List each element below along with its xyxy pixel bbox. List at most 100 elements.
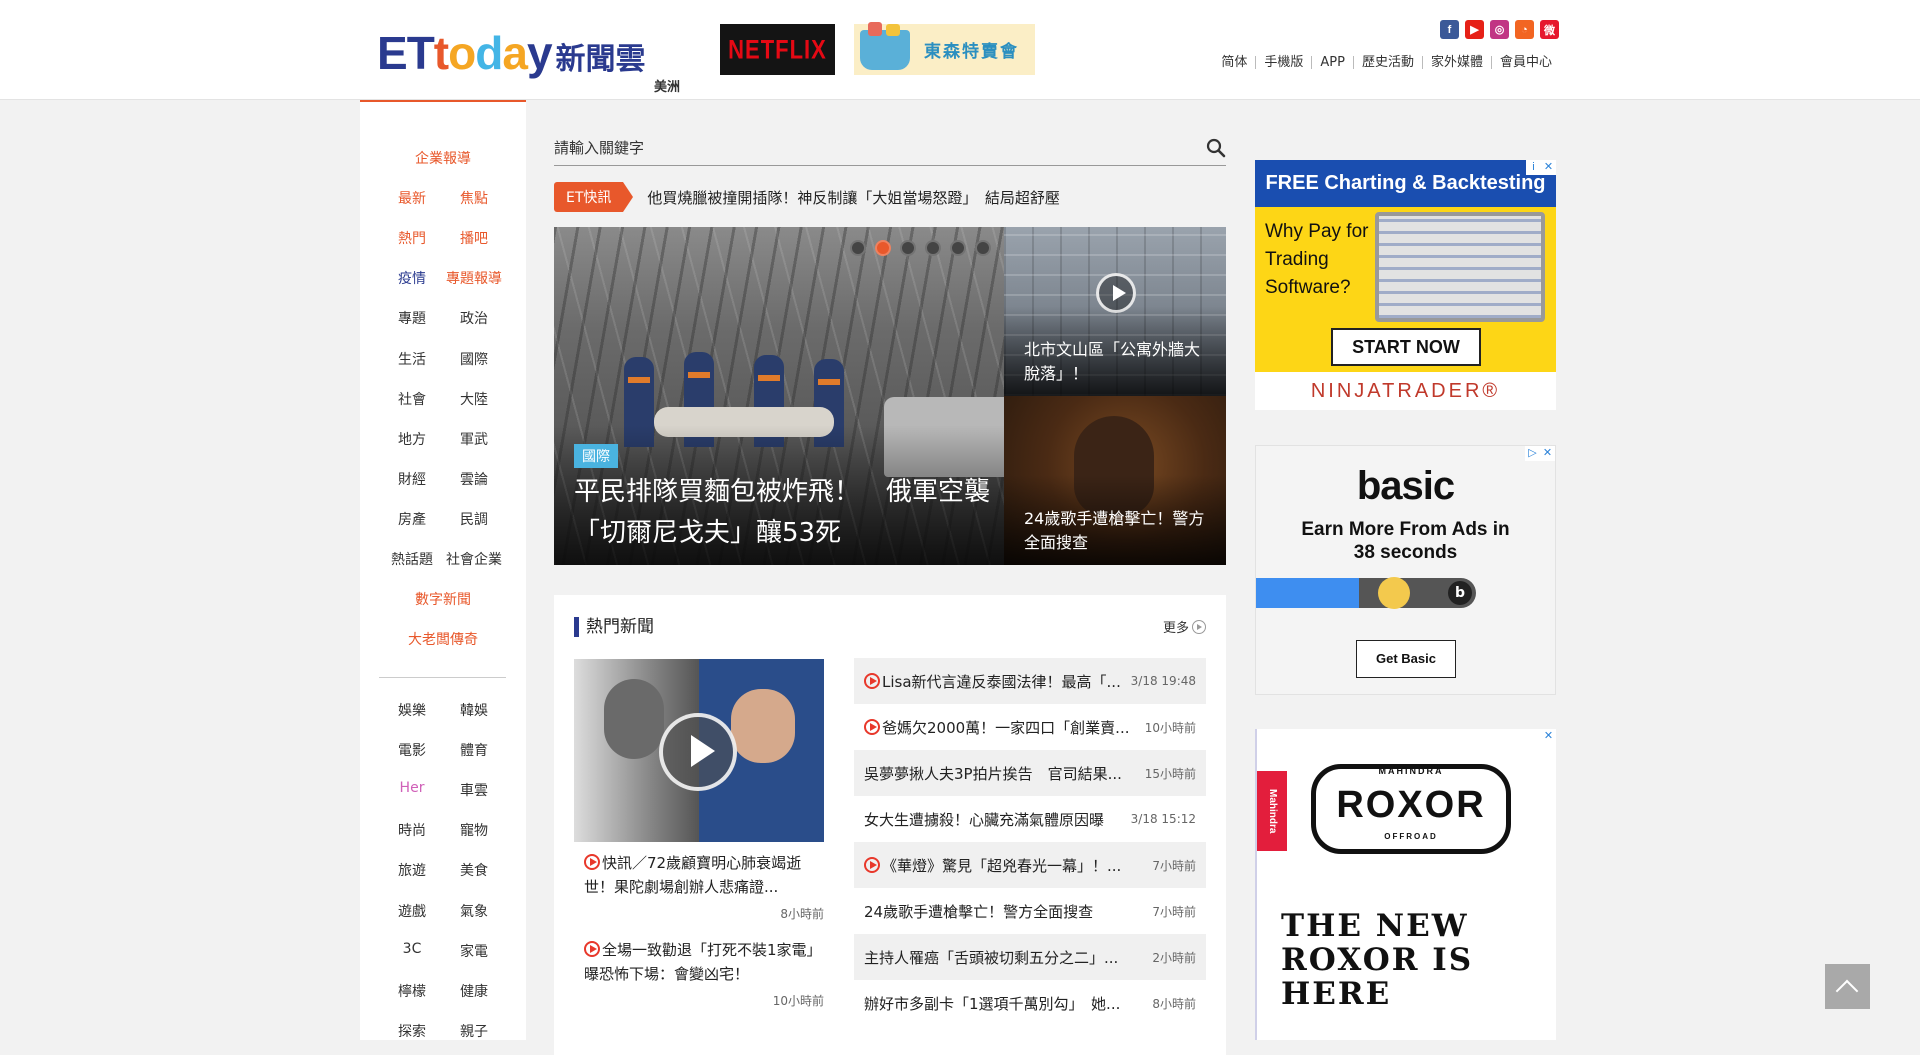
carousel-dot[interactable]	[850, 240, 866, 256]
nav-item[interactable]: 社會企業	[443, 549, 505, 569]
hot-news-item[interactable]: 24歲歌手遭槍擊亡！警方全面搜查 7小時前	[854, 888, 1206, 934]
breaking-news-link[interactable]: 他買燒臘被撞開插隊！神反制讓「大姐當場怒蹬」 結局超舒壓	[647, 187, 1060, 208]
weibo-icon[interactable]: 微	[1540, 20, 1559, 39]
nav-item[interactable]: 家電	[443, 941, 505, 961]
basic-logo: basic	[1356, 464, 1455, 508]
nav-item[interactable]: 探索	[381, 1021, 443, 1041]
hot-video-thumbnail[interactable]	[574, 659, 824, 842]
nav-item[interactable]: 電影	[381, 740, 443, 760]
nav-item[interactable]: 民調	[443, 509, 505, 529]
adchoices-icon[interactable]: ▷	[1525, 446, 1540, 461]
basic-ad[interactable]: basic Earn More From Ads in 38 seconds b…	[1255, 445, 1556, 695]
timestamp: 3/18 19:48	[1130, 674, 1196, 688]
netflix-banner-ad[interactable]: NETFLIX	[720, 24, 835, 75]
nav-item[interactable]: 疫情	[381, 268, 443, 288]
carousel-dot[interactable]	[925, 240, 941, 256]
edition-label[interactable]: 美洲	[654, 76, 680, 95]
top-link[interactable]: 會員中心	[1490, 56, 1560, 69]
hot-news-item[interactable]: 女大生遭擄殺！心臟充滿氣體原因曝 3/18 15:12	[854, 796, 1206, 842]
nav-item[interactable]: 大老闆傳奇	[393, 629, 493, 649]
hot-news-item[interactable]: 爸媽欠2000萬！一家四口「創業賣... 10小時前	[854, 704, 1206, 750]
side-story-2[interactable]: 24歲歌手遭槍擊亡！警方全面搜查	[1004, 396, 1226, 565]
nav-item[interactable]: 焦點	[443, 188, 505, 208]
nav-item[interactable]: 雲論	[443, 469, 505, 489]
hero-headline[interactable]: 平民排隊買麵包被炸飛！ 俄軍空襲「切爾尼戈夫」釀53死	[574, 472, 994, 554]
nav-item[interactable]: 檸檬	[381, 981, 443, 1001]
nav-item[interactable]: 數字新聞	[393, 589, 493, 609]
facebook-icon[interactable]: f	[1440, 20, 1459, 39]
nav-item[interactable]: 政治	[443, 308, 505, 328]
carousel-dot[interactable]	[975, 240, 991, 256]
search-input[interactable]	[554, 136, 1174, 160]
nav-item[interactable]: 車雲	[443, 780, 505, 800]
nav-item[interactable]: 旅遊	[381, 860, 443, 880]
hot-news-panel: 熱門新聞 更多 快訊／72歲顧寶明心肺衰竭逝世！果陀劇場創辦人悲痛證... 8小…	[554, 595, 1226, 1055]
nav-item[interactable]: 社會	[381, 389, 443, 409]
top-link[interactable]: 歷史活動	[1352, 56, 1422, 69]
hot-news-item[interactable]: Lisa新代言違反泰國法律！最高「... 3/18 19:48	[854, 658, 1206, 704]
nav-item[interactable]: 大陸	[443, 389, 505, 409]
more-link[interactable]: 更多	[1163, 617, 1206, 636]
nav-item[interactable]: 熱門	[381, 228, 443, 248]
hot-news-item[interactable]: 吳夢夢揪人夫3P拍片挨告 官司結果... 15小時前	[854, 750, 1206, 796]
nav-item[interactable]: 專題報導	[443, 268, 505, 288]
side-story-1[interactable]: 北市文山區「公寓外牆大脫落」！	[1004, 227, 1226, 396]
nav-item[interactable]: 氣象	[443, 901, 505, 921]
nav-item[interactable]: 地方	[381, 429, 443, 449]
nav-item[interactable]: 體育	[443, 740, 505, 760]
get-basic-button[interactable]: Get Basic	[1356, 640, 1456, 678]
nav-item[interactable]: 播吧	[443, 228, 505, 248]
nav-item[interactable]: 韓娛	[443, 700, 505, 720]
nav-item[interactable]: 健康	[443, 981, 505, 1001]
ettoday-logo[interactable]: ETtoday 新聞雲	[377, 24, 646, 76]
roxor-ad[interactable]: Mahindra MAHINDRA ROXOR OFFROAD THE NEW …	[1255, 729, 1556, 1040]
carousel-dot[interactable]	[950, 240, 966, 256]
tokyo-sale-banner-ad[interactable]: 東森特賣會	[854, 21, 1035, 75]
top-link[interactable]: 简体	[1213, 56, 1255, 69]
nav-item[interactable]: 娛樂	[381, 700, 443, 720]
hero-slide[interactable]: 國際 平民排隊買麵包被炸飛！ 俄軍空襲「切爾尼戈夫」釀53死	[554, 227, 1004, 565]
ninjatrader-ad[interactable]: FREE Charting & Backtesting Why Pay for …	[1255, 160, 1556, 410]
top-link[interactable]: 家外媒體	[1421, 56, 1491, 69]
nav-item[interactable]: 美食	[443, 860, 505, 880]
hot-news-title: 熱門新聞	[574, 617, 654, 637]
nav-item[interactable]: 企業報導	[393, 148, 493, 168]
search-icon[interactable]	[1206, 138, 1226, 158]
nav-item[interactable]: Her	[381, 780, 443, 800]
top-link[interactable]: APP	[1311, 56, 1353, 69]
nav-row: 探索 親子	[360, 1021, 526, 1041]
carousel-dot[interactable]	[875, 240, 891, 256]
nav-item[interactable]: 親子	[443, 1021, 505, 1041]
adchoices-icon[interactable]: i	[1526, 160, 1541, 175]
hot-video-item[interactable]: 快訊／72歲顧寶明心肺衰竭逝世！果陀劇場創辦人悲痛證...	[584, 851, 816, 899]
hot-news-item[interactable]: 辦好市多副卡「1選項千萬別勾」 她... 8小時前	[854, 980, 1206, 1026]
nav-item[interactable]: 時尚	[381, 820, 443, 840]
youtube-icon[interactable]: ▶	[1465, 20, 1484, 39]
top-link[interactable]: 手機版	[1255, 56, 1311, 69]
nav-item[interactable]: 寵物	[443, 820, 505, 840]
nav-row: 社會 大陸	[360, 389, 526, 409]
instagram-icon[interactable]: ◎	[1490, 20, 1509, 39]
nav-item[interactable]: 3C	[381, 941, 443, 961]
nav-item[interactable]: 遊戲	[381, 901, 443, 921]
rss-icon[interactable]: ◔	[1515, 20, 1534, 39]
nav-item[interactable]: 房產	[381, 509, 443, 529]
close-icon[interactable]: ✕	[1541, 729, 1556, 744]
nav-item[interactable]: 專題	[381, 308, 443, 328]
nav-item[interactable]: 國際	[443, 349, 505, 369]
shopping-basket-icon	[860, 21, 910, 70]
back-to-top-button[interactable]	[1825, 964, 1870, 1009]
nav-item[interactable]: 生活	[381, 349, 443, 369]
hero-category-badge[interactable]: 國際	[574, 444, 618, 468]
nav-item[interactable]: 軍武	[443, 429, 505, 449]
hot-news-item[interactable]: 《華燈》驚見「超兇春光一幕」！... 7小時前	[854, 842, 1206, 888]
nav-item[interactable]: 最新	[381, 188, 443, 208]
hot-news-item[interactable]: 主持人罹癌「舌頭被切剩五分之二」... 2小時前	[854, 934, 1206, 980]
hot-video-item[interactable]: 全場一致勸退「打死不裝1家電」 曝恐怖下場：會變凶宅！	[584, 938, 829, 986]
start-now-button[interactable]: START NOW	[1331, 328, 1481, 366]
nav-item[interactable]: 財經	[381, 469, 443, 489]
carousel-dot[interactable]	[900, 240, 916, 256]
nav-item[interactable]: 熱話題	[381, 549, 443, 569]
close-icon[interactable]: ✕	[1540, 446, 1555, 461]
close-icon[interactable]: ✕	[1541, 160, 1556, 175]
